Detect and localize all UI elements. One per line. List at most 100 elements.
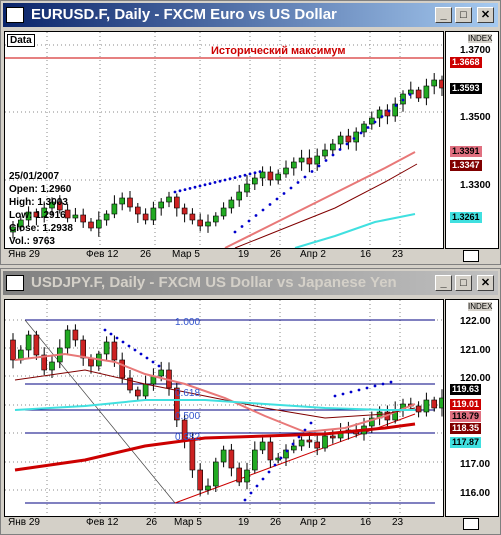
x-tick: Фев 12 xyxy=(86,517,119,528)
price-tag-high: 1.3668 xyxy=(450,57,482,68)
usdjpy-title-bar[interactable]: USDJPY.F, Daily - FXCM US Dollar vs Japa… xyxy=(3,271,498,295)
candle-body xyxy=(181,207,188,215)
candle-body xyxy=(197,469,203,491)
candle-body xyxy=(329,143,336,151)
eurusd-plot-area[interactable]: Data Исторический максимум 25/01/2007 Op… xyxy=(4,31,444,249)
candle-body xyxy=(220,207,227,217)
candle-body xyxy=(49,361,55,371)
price-tag-ma-fast: 1.3391 xyxy=(450,146,482,157)
chart-app-icon xyxy=(6,7,24,23)
candle-body xyxy=(415,405,422,413)
parabolic-sar-dot xyxy=(387,109,391,113)
candle-body xyxy=(174,196,180,209)
candle-body xyxy=(244,183,250,193)
x-tick: 16 xyxy=(360,517,372,528)
candle-body xyxy=(135,206,141,215)
x-tick: Фев 12 xyxy=(86,249,119,260)
parabolic-sar-dot xyxy=(173,190,177,194)
candle-body xyxy=(439,397,443,409)
x-tick: 19 xyxy=(238,517,250,528)
parabolic-sar-dot xyxy=(380,115,384,118)
close-button[interactable]: ✕ xyxy=(477,7,494,23)
close-button[interactable]: ✕ xyxy=(477,275,494,291)
x-tick: Апр 2 xyxy=(300,249,326,260)
candle-body xyxy=(72,329,79,341)
ma-cyan-line xyxy=(14,399,415,411)
candle-body xyxy=(337,135,344,145)
candle-body xyxy=(103,341,110,355)
usdjpy-window-title: USDJPY.F, Daily - FXCM US Dollar vs Japa… xyxy=(31,274,397,291)
price-tag-last: 119.63 xyxy=(450,384,482,395)
data-window-label[interactable]: Data xyxy=(7,34,35,47)
candle-body xyxy=(213,215,219,223)
parabolic-sar-dot xyxy=(183,188,187,192)
parabolic-sar-dot xyxy=(145,356,149,360)
usdjpy-chart-window[interactable]: USDJPY.F, Daily - FXCM US Dollar vs Japa… xyxy=(0,268,501,535)
eurusd-chart-window[interactable]: EURUSD.F, Daily - FXCM Euro vs US Dollar… xyxy=(0,0,501,265)
candle-body xyxy=(127,197,133,208)
x-tick: 26 xyxy=(146,517,158,528)
parabolic-sar-dot xyxy=(233,230,237,234)
candle-body xyxy=(275,173,282,181)
scroll-button[interactable] xyxy=(463,250,479,262)
candle-body xyxy=(368,117,375,125)
parabolic-sar-dot xyxy=(121,340,125,344)
parabolic-sar-dot xyxy=(233,176,237,180)
candle-body xyxy=(142,383,149,397)
price-tag-ma-cyan: 1.3261 xyxy=(450,212,482,223)
candle-body xyxy=(166,196,172,203)
candle-body xyxy=(197,219,203,227)
parabolic-sar-dot xyxy=(345,142,349,146)
candle-body xyxy=(189,213,196,221)
candle-body xyxy=(80,339,86,359)
x-tick: 26 xyxy=(140,249,152,260)
chart-app-icon xyxy=(6,275,24,291)
candle-body xyxy=(158,369,164,377)
parabolic-sar-dot xyxy=(127,344,131,348)
scroll-button[interactable] xyxy=(463,518,479,530)
candle-body xyxy=(205,485,211,491)
parabolic-sar-dot xyxy=(193,185,197,189)
candle-body xyxy=(252,177,258,185)
eurusd-time-axis: Янв 29 Фев 12 26 Мар 5 19 26 Апр 2 16 23 xyxy=(4,249,444,263)
index-tab[interactable]: INDEX xyxy=(468,302,493,311)
parabolic-sar-dot xyxy=(352,137,356,140)
candle-body xyxy=(267,441,274,461)
parabolic-sar-dot xyxy=(198,184,202,188)
eurusd-title-bar[interactable]: EURUSD.F, Daily - FXCM Euro vs US Dollar… xyxy=(3,3,498,27)
parabolic-sar-dot xyxy=(381,382,385,386)
ma-cyan-line xyxy=(294,213,416,248)
price-tag-ma4: 117.87 xyxy=(450,437,482,448)
candle-body xyxy=(33,334,40,356)
usdjpy-price-axis: INDEX 122.00 121.00 120.00 119.63 119.01… xyxy=(445,299,499,517)
candle-body xyxy=(228,199,235,209)
maximize-button[interactable]: □ xyxy=(455,275,472,291)
candle-body xyxy=(244,469,250,483)
parabolic-sar-dot xyxy=(157,364,161,368)
parabolic-sar-dot xyxy=(365,386,369,390)
ohlc-volume: Vol.: 9763 xyxy=(9,236,55,247)
minimize-button[interactable]: _ xyxy=(435,7,452,23)
minimize-button[interactable]: _ xyxy=(435,275,452,291)
index-tab[interactable]: INDEX xyxy=(468,34,493,43)
parabolic-sar-dot xyxy=(249,491,253,495)
candle-body xyxy=(314,155,321,165)
fib-trend-line xyxy=(24,319,176,504)
x-tick: 19 xyxy=(238,249,250,260)
candle-body xyxy=(439,79,443,89)
parabolic-sar-dot xyxy=(357,388,361,392)
parabolic-sar-dot xyxy=(282,192,286,195)
ohlc-date: 25/01/2007 xyxy=(9,171,60,182)
y-tick-2: 1.3500 xyxy=(460,112,491,123)
ohlc-high: High: 1.3003 xyxy=(9,197,68,208)
price-tag-last: 1.3593 xyxy=(450,83,482,94)
candle-body xyxy=(111,203,118,215)
usdjpy-plot-area[interactable]: 1.000 0.618 0.500 0.382 xyxy=(4,299,444,517)
parabolic-sar-dot xyxy=(151,360,155,364)
candle-body xyxy=(415,89,422,99)
candle-body xyxy=(259,171,266,179)
parabolic-sar-dot xyxy=(261,477,265,481)
ohlc-close: Close: 1.2938 xyxy=(9,223,73,234)
candle-body xyxy=(283,167,289,175)
maximize-button[interactable]: □ xyxy=(455,7,472,23)
